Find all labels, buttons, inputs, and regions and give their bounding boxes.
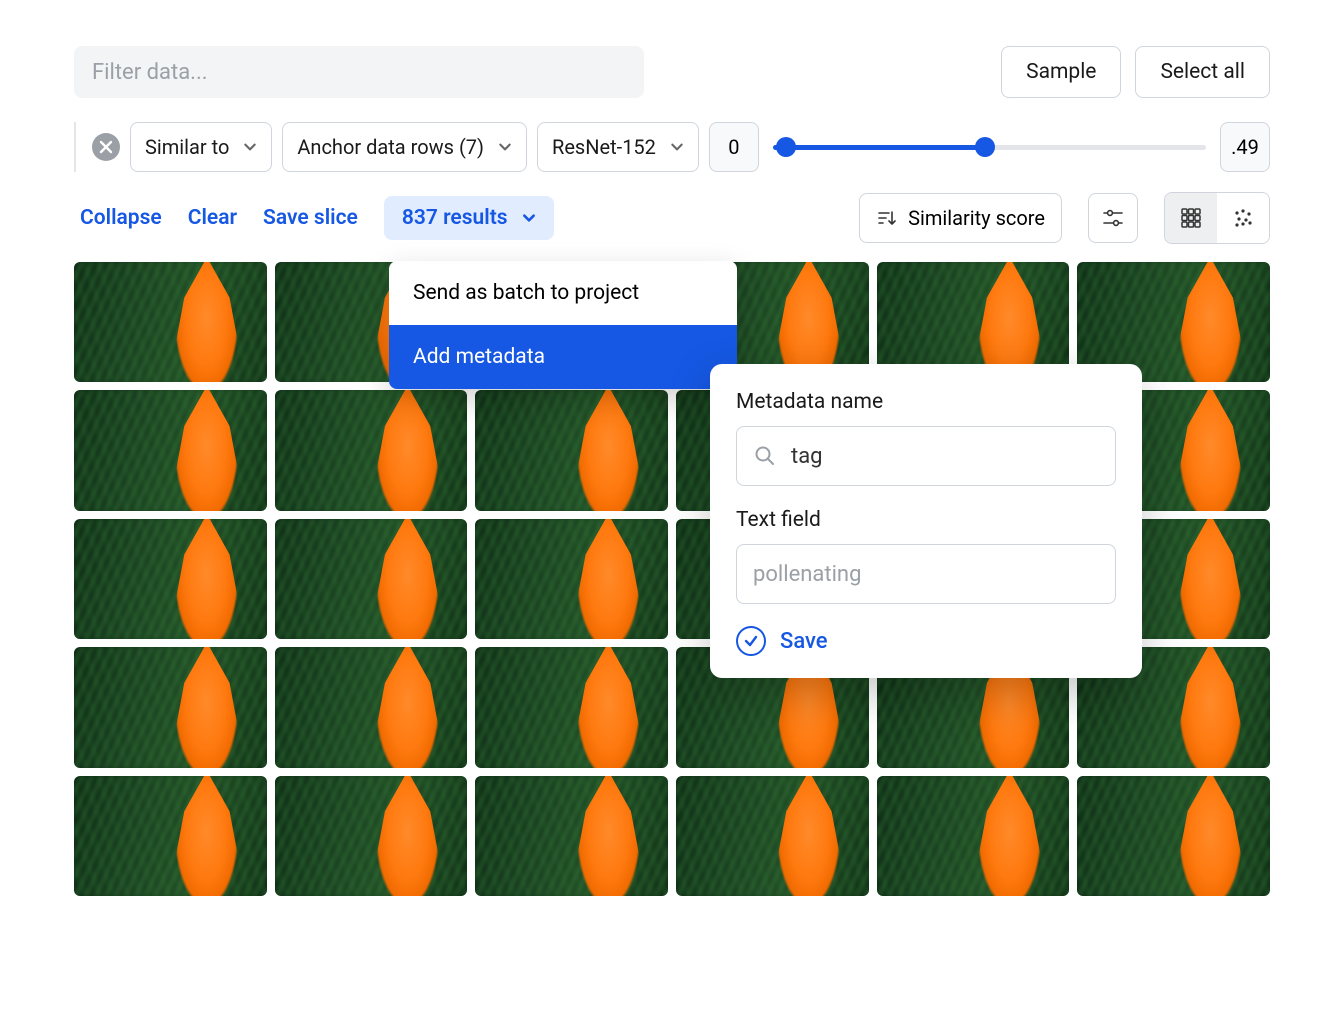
text-field-label: Text field	[736, 508, 1116, 532]
similarity-slider[interactable]	[773, 122, 1206, 172]
sort-desc-icon	[876, 208, 896, 228]
slider-thumb-max[interactable]	[975, 137, 995, 157]
chevron-down-icon	[498, 140, 512, 154]
save-label: Save	[780, 629, 828, 654]
sort-dropdown[interactable]: Similarity score	[859, 193, 1062, 243]
range-max: .49	[1220, 122, 1270, 172]
thumbnail[interactable]	[275, 519, 468, 639]
results-menu: Send as batch to projectAdd metadata	[389, 261, 737, 389]
collapse-button[interactable]: Collapse	[80, 206, 162, 230]
sample-button[interactable]: Sample	[1001, 46, 1121, 98]
text-field-input[interactable]	[753, 562, 1099, 587]
model-dropdown[interactable]: ResNet-152	[537, 122, 699, 172]
clear-filters-icon[interactable]	[92, 133, 120, 161]
metadata-popover: Metadata name Text field Save	[710, 364, 1142, 678]
scatter-icon	[1232, 207, 1254, 229]
sort-label: Similarity score	[908, 206, 1045, 230]
divider	[74, 122, 76, 172]
similar-to-dropdown[interactable]: Similar to	[130, 122, 272, 172]
view-toggle	[1164, 192, 1270, 244]
results-dropdown[interactable]: 837 results	[384, 196, 554, 240]
save-slice-button[interactable]: Save slice	[263, 206, 358, 230]
thumbnail[interactable]	[877, 776, 1070, 896]
thumbnail[interactable]	[275, 647, 468, 767]
metadata-name-input[interactable]	[791, 444, 1099, 469]
menu-item[interactable]: Add metadata	[389, 325, 737, 389]
thumbnail[interactable]	[1077, 776, 1270, 896]
chevron-down-icon	[243, 140, 257, 154]
filter-input[interactable]	[74, 46, 644, 98]
thumbnail[interactable]	[475, 776, 668, 896]
chevron-down-icon	[670, 140, 684, 154]
thumbnail[interactable]	[275, 776, 468, 896]
grid-icon	[1180, 207, 1202, 229]
thumbnail[interactable]	[275, 390, 468, 510]
thumbnail[interactable]	[74, 647, 267, 767]
range-min: 0	[709, 122, 759, 172]
model-label: ResNet-152	[552, 135, 656, 159]
metadata-name-label: Metadata name	[736, 390, 1116, 414]
thumbnail[interactable]	[475, 519, 668, 639]
thumbnail[interactable]	[74, 390, 267, 510]
sliders-icon	[1101, 206, 1125, 230]
thumbnail[interactable]	[475, 390, 668, 510]
thumbnail[interactable]	[74, 262, 267, 382]
chevron-down-icon	[522, 211, 536, 225]
save-button[interactable]: Save	[736, 626, 1116, 656]
thumbnail[interactable]	[475, 647, 668, 767]
check-circle-icon	[736, 626, 766, 656]
thumbnail[interactable]	[676, 776, 869, 896]
thumbnail[interactable]	[74, 776, 267, 896]
thumbnail[interactable]	[74, 519, 267, 639]
similar-to-label: Similar to	[145, 135, 229, 159]
metadata-name-field[interactable]	[736, 426, 1116, 486]
anchor-rows-dropdown[interactable]: Anchor data rows (7)	[282, 122, 527, 172]
menu-item[interactable]: Send as batch to project	[389, 261, 737, 325]
filter-settings-button[interactable]	[1088, 193, 1138, 243]
clear-button[interactable]: Clear	[188, 206, 237, 230]
slider-thumb-min[interactable]	[776, 137, 796, 157]
scatter-view-button[interactable]	[1217, 193, 1269, 243]
text-field[interactable]	[736, 544, 1116, 604]
select-all-button[interactable]: Select all	[1135, 46, 1270, 98]
results-count: 837 results	[402, 206, 508, 230]
anchor-rows-label: Anchor data rows (7)	[297, 135, 484, 159]
grid-view-button[interactable]	[1165, 193, 1217, 243]
search-icon	[753, 444, 777, 468]
